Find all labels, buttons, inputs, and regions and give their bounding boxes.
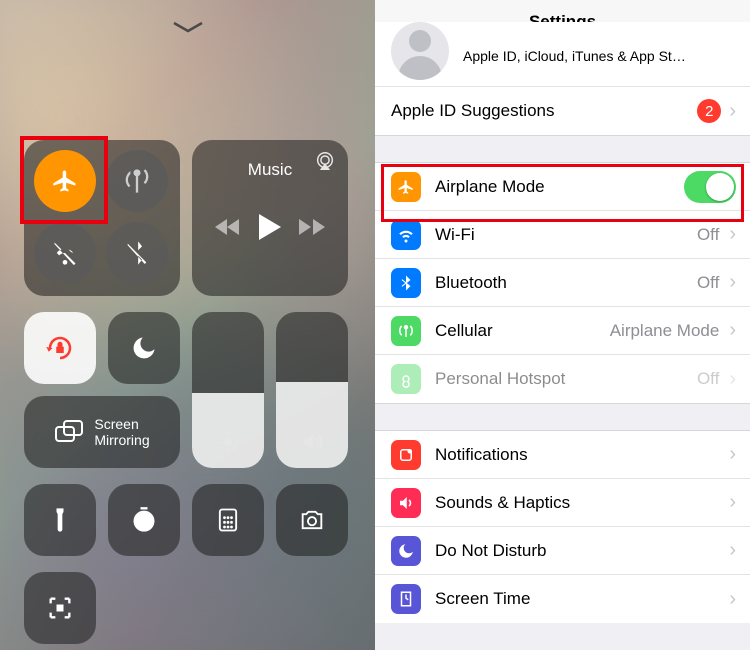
wifi-toggle[interactable] — [34, 222, 96, 284]
settings-screen: Settings Apple ID, iCloud, iTunes & App … — [375, 0, 750, 650]
cell-label: Cellular — [435, 321, 610, 341]
next-track-button[interactable] — [299, 217, 325, 242]
cell-label: Do Not Disturb — [435, 541, 725, 561]
cellular-cell[interactable]: Cellular Airplane Mode › — [375, 307, 750, 355]
dnd-toggle[interactable] — [108, 312, 180, 384]
screen-time-cell[interactable]: Screen Time › — [375, 575, 750, 623]
airplane-toggle[interactable] — [34, 150, 96, 212]
cell-detail: Off — [697, 273, 719, 293]
cellular-icon — [391, 316, 421, 346]
play-button[interactable] — [259, 214, 281, 245]
orientation-lock-icon — [45, 333, 75, 363]
qr-scanner-button[interactable] — [24, 572, 96, 644]
calculator-icon — [214, 506, 242, 534]
section-separator — [375, 135, 750, 163]
bluetooth-off-icon — [123, 239, 151, 267]
cellular-toggle[interactable] — [106, 150, 168, 212]
badge-count: 2 — [697, 99, 721, 123]
notifications-cell[interactable]: Notifications › — [375, 431, 750, 479]
dnd-cell[interactable]: Do Not Disturb › — [375, 527, 750, 575]
connectivity-panel — [24, 140, 180, 296]
personal-hotspot-cell[interactable]: Personal Hotspot Off › — [375, 355, 750, 403]
calculator-button[interactable] — [192, 484, 264, 556]
screen-mirroring-button[interactable]: Screen Mirroring — [24, 396, 180, 468]
sounds-icon — [391, 488, 421, 518]
timer-icon — [130, 506, 158, 534]
cell-label: Airplane Mode — [435, 177, 684, 197]
cell-detail: Airplane Mode — [610, 321, 720, 341]
wifi-icon — [391, 220, 421, 250]
volume-icon — [299, 430, 325, 454]
wifi-off-icon — [51, 239, 79, 267]
screen-mirroring-icon — [54, 419, 84, 445]
camera-icon — [298, 506, 326, 534]
sounds-cell[interactable]: Sounds & Haptics › — [375, 479, 750, 527]
orientation-lock-toggle[interactable] — [24, 312, 96, 384]
qr-icon — [46, 594, 74, 622]
control-center: Music Screen Mirroring — [0, 0, 375, 650]
brightness-icon — [216, 430, 240, 454]
notifications-icon — [391, 440, 421, 470]
camera-button[interactable] — [276, 484, 348, 556]
cell-detail: Off — [697, 369, 719, 389]
chevron-icon: › — [729, 539, 736, 562]
chevron-icon: › — [729, 100, 736, 123]
cell-detail: Off — [697, 225, 719, 245]
apple-id-suggestions-cell[interactable]: Apple ID Suggestions 2 › — [375, 87, 750, 135]
antenna-icon — [123, 167, 151, 195]
brightness-slider[interactable] — [192, 312, 264, 468]
section-separator — [375, 403, 750, 431]
cell-label: Bluetooth — [435, 273, 697, 293]
flashlight-icon — [46, 506, 74, 534]
screen-time-icon — [391, 584, 421, 614]
moon-icon — [130, 334, 158, 362]
chevron-icon: › — [729, 443, 736, 466]
airplane-icon — [391, 172, 421, 202]
volume-slider[interactable] — [276, 312, 348, 468]
flashlight-button[interactable] — [24, 484, 96, 556]
chevron-icon: › — [729, 223, 736, 246]
wifi-cell[interactable]: Wi-Fi Off › — [375, 211, 750, 259]
collapse-chevron[interactable] — [24, 20, 351, 39]
cell-label: Sounds & Haptics — [435, 493, 725, 513]
airplane-icon — [51, 167, 79, 195]
apple-id-cell[interactable]: Apple ID, iCloud, iTunes & App St… — [375, 22, 750, 87]
chevron-icon: › — [729, 491, 736, 514]
bluetooth-icon — [391, 268, 421, 298]
avatar-icon — [391, 22, 449, 80]
music-panel[interactable]: Music — [192, 140, 348, 296]
airplay-icon[interactable] — [314, 150, 336, 177]
cell-label: Apple ID Suggestions — [391, 101, 697, 121]
bluetooth-cell[interactable]: Bluetooth Off › — [375, 259, 750, 307]
cell-label: Personal Hotspot — [435, 369, 697, 389]
cell-label: Notifications — [435, 445, 725, 465]
cell-label: Wi-Fi — [435, 225, 697, 245]
dnd-icon — [391, 536, 421, 566]
chevron-icon: › — [729, 588, 736, 611]
cell-label: Screen Time — [435, 589, 725, 609]
chevron-icon: › — [729, 271, 736, 294]
screen-mirroring-label: Screen Mirroring — [94, 416, 149, 448]
hotspot-icon — [391, 364, 421, 394]
bluetooth-toggle[interactable] — [106, 222, 168, 284]
apple-id-subtitle: Apple ID, iCloud, iTunes & App St… — [463, 48, 736, 64]
chevron-icon: › — [729, 368, 736, 391]
timer-button[interactable] — [108, 484, 180, 556]
airplane-switch[interactable] — [684, 171, 736, 203]
airplane-mode-cell[interactable]: Airplane Mode — [375, 163, 750, 211]
chevron-icon: › — [729, 319, 736, 342]
prev-track-button[interactable] — [215, 217, 241, 242]
